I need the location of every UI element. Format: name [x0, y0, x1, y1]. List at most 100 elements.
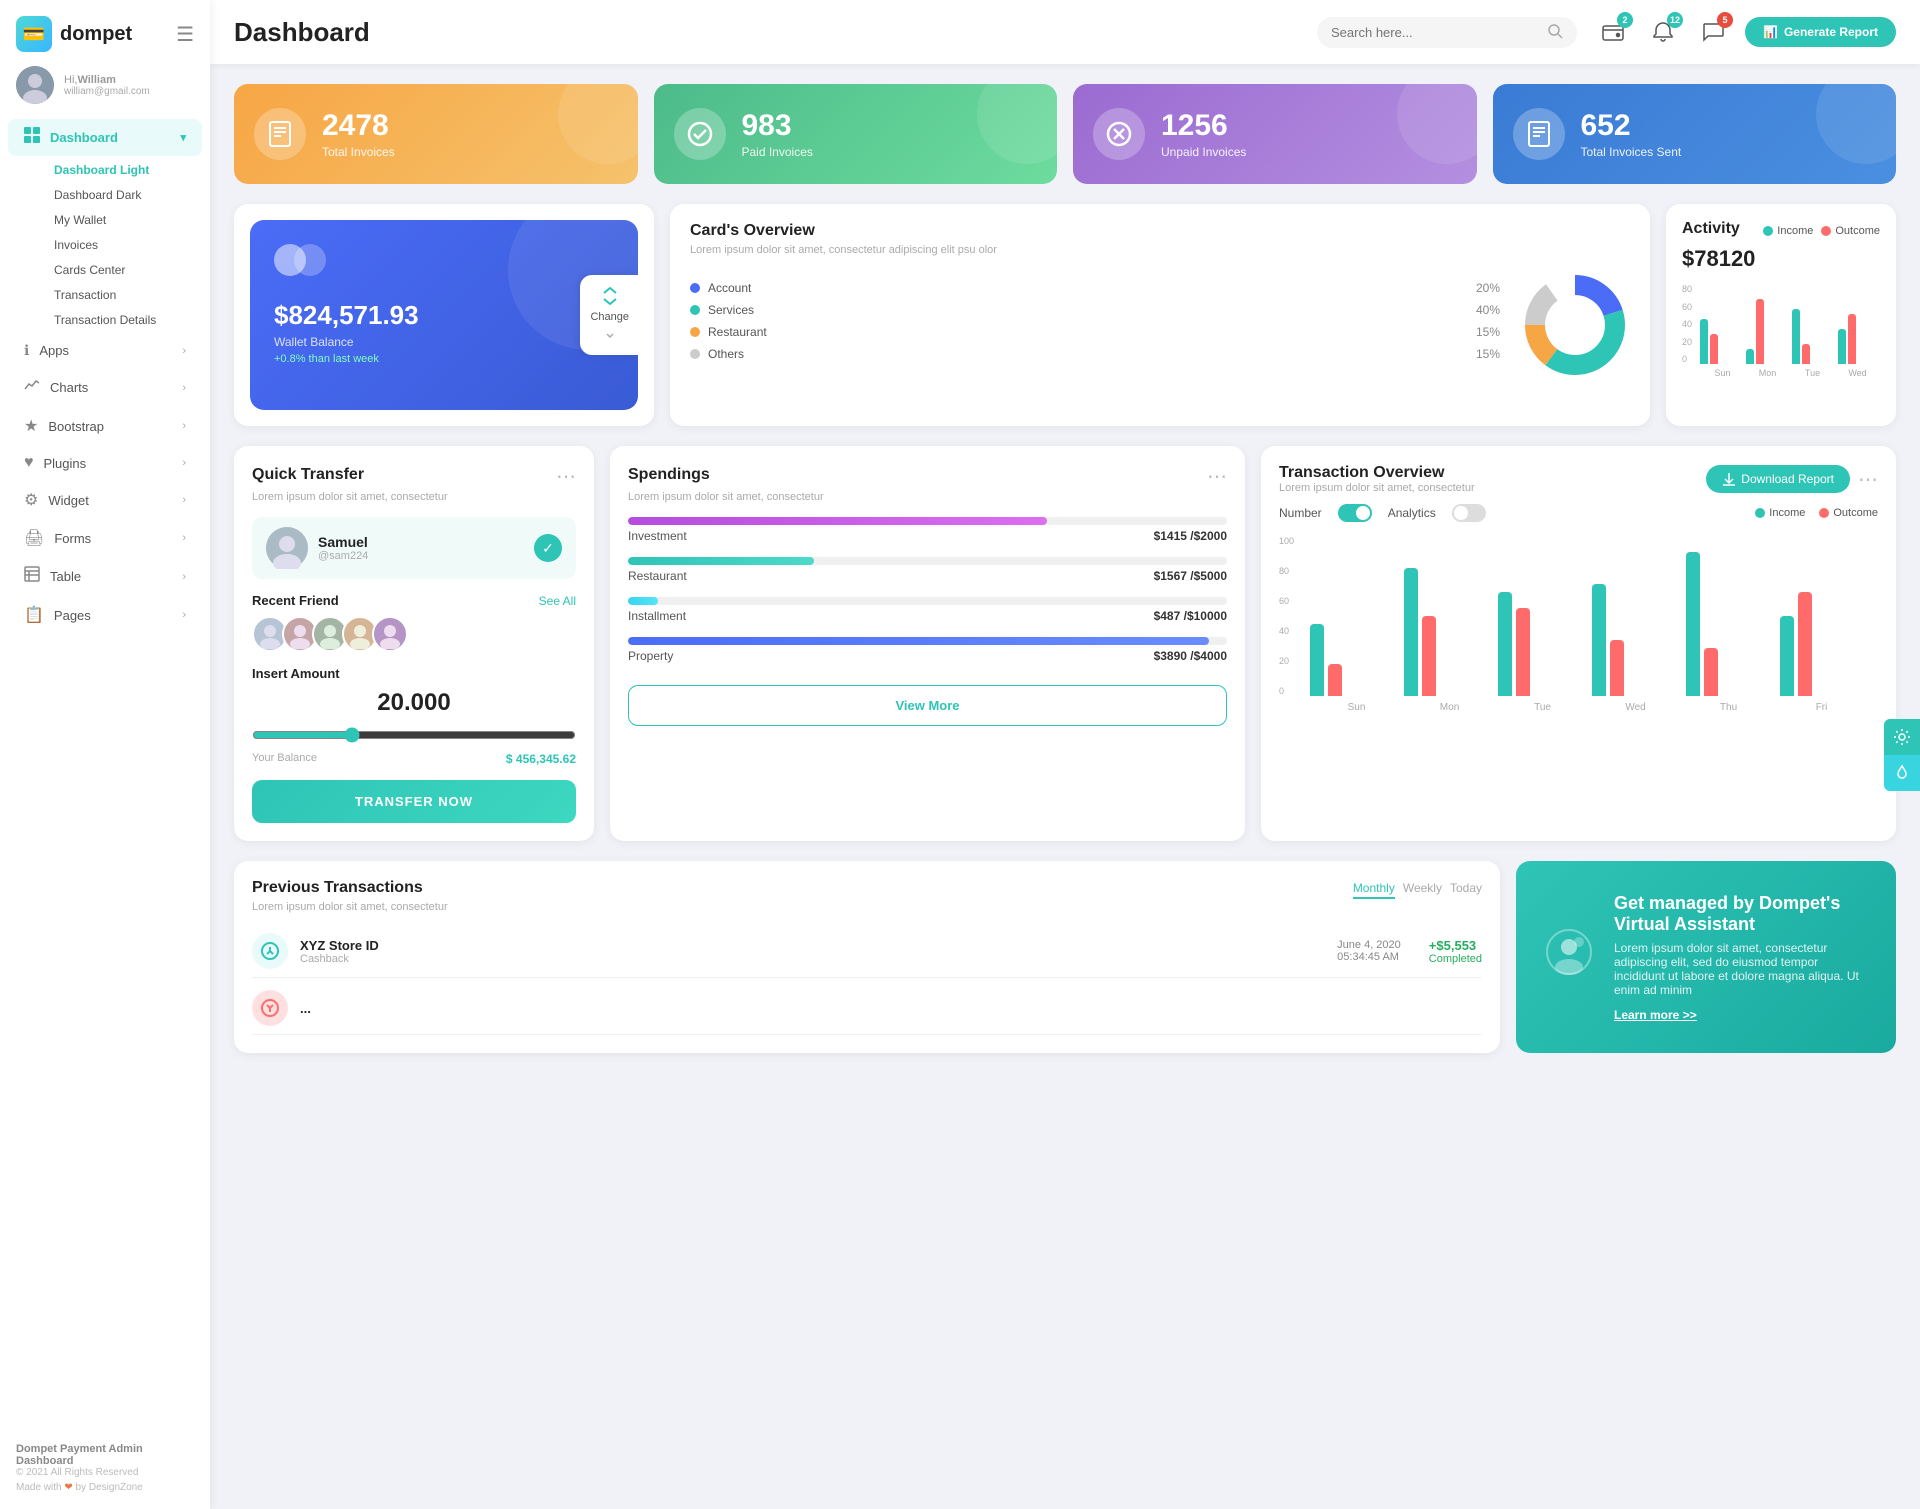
sidebar: 💳 dompet ☰ Hi,William william@gmail.com … [0, 0, 210, 1509]
bell-icon-btn[interactable]: 12 [1645, 14, 1681, 50]
txn-bar-sun [1310, 624, 1398, 696]
stat-cards-row: 2478 Total Invoices 983 Paid Invoices [234, 84, 1896, 184]
sub-my-wallet[interactable]: My Wallet [38, 208, 202, 232]
username: William [77, 74, 115, 86]
sidebar-item-pages[interactable]: 📋 Pages › [8, 597, 202, 633]
change-label: Change [590, 311, 629, 323]
sidebar-item-table[interactable]: Table › [8, 558, 202, 595]
see-all-button[interactable]: See All [539, 594, 576, 608]
wallet-icon-btn[interactable]: 2 [1595, 14, 1631, 50]
sidebar-apps-label: Apps [39, 343, 69, 358]
arrow-right-icon: › [182, 420, 186, 432]
hamburger-btn[interactable]: ☰ [176, 22, 194, 47]
page-title: Dashboard [234, 17, 370, 48]
outcome-dot [1821, 226, 1831, 236]
card-overview-subtitle: Lorem ipsum dolor sit amet, consectetur … [690, 244, 1630, 256]
transfer-now-button[interactable]: TRANSFER NOW [252, 780, 576, 823]
spendings-subtitle: Lorem ipsum dolor sit amet, consectetur [628, 491, 1227, 503]
spendings-title: Spendings [628, 466, 710, 484]
sent-invoices-label: Total Invoices Sent [1581, 145, 1682, 159]
sub-transaction-details[interactable]: Transaction Details [38, 308, 202, 332]
sub-invoices[interactable]: Invoices [38, 233, 202, 257]
plugins-icon: ♥ [24, 454, 34, 472]
txn-day-labels: Sun Mon Tue Wed Thu Fri [1300, 702, 1878, 713]
txn-type: Cashback [300, 953, 379, 965]
footer-year: © 2021 All Rights Reserved [16, 1467, 194, 1478]
quick-transfer-menu[interactable]: ⋯ [556, 464, 576, 489]
user-profile: Hi,William william@gmail.com [0, 56, 210, 118]
sub-dashboard-light[interactable]: Dashboard Light [38, 158, 202, 182]
prev-txn-header: Previous Transactions Lorem ipsum dolor … [252, 879, 1482, 913]
generate-report-button[interactable]: 📊 Generate Report [1745, 17, 1896, 47]
stat-card-unpaid-invoices: 1256 Unpaid Invoices [1073, 84, 1477, 184]
txn-mon-income [1404, 568, 1418, 696]
insert-amount-label: Insert Amount [252, 666, 576, 681]
stat-card-sent-invoices: 652 Total Invoices Sent [1493, 84, 1897, 184]
sidebar-item-widget[interactable]: ⚙ Widget › [8, 482, 202, 518]
view-more-button[interactable]: View More [628, 685, 1227, 726]
txn-fri-income [1780, 616, 1794, 696]
prev-txn-subtitle: Lorem ipsum dolor sit amet, consectetur [252, 901, 448, 913]
number-toggle[interactable] [1338, 504, 1372, 522]
recent-friends-label: Recent Friend [252, 593, 339, 608]
sidebar-item-dashboard[interactable]: Dashboard ▾ [8, 119, 202, 156]
dashboard-icon [24, 127, 40, 148]
sidebar-item-bootstrap[interactable]: ★ Bootstrap › [8, 408, 202, 444]
mon-outcome-bar [1756, 299, 1764, 364]
logo-icon: 💳 [16, 16, 52, 52]
friend-avatar-5[interactable] [372, 616, 408, 652]
spendings-menu[interactable]: ⋯ [1207, 464, 1227, 489]
account-dot [690, 283, 700, 293]
sidebar-item-charts[interactable]: Charts › [8, 369, 202, 406]
chat-icon-btn[interactable]: 5 [1695, 14, 1731, 50]
user-email: william@gmail.com [64, 86, 150, 97]
overview-others-row: Others 15% [690, 347, 1500, 361]
total-invoices-icon [254, 108, 306, 160]
sub-transaction[interactable]: Transaction [38, 283, 202, 307]
txn-bar-wed [1592, 584, 1680, 696]
txn-cashback-icon [252, 933, 288, 969]
paid-invoices-num: 983 [742, 109, 813, 143]
activity-title: Activity [1682, 220, 1740, 238]
filter-monthly[interactable]: Monthly [1353, 879, 1395, 899]
recent-friends-row: Recent Friend See All [252, 593, 576, 608]
others-dot [690, 349, 700, 359]
greeting: Hi,William [64, 74, 150, 86]
arrow-right-icon: › [182, 571, 186, 583]
spending-installment: Installment $487 /$10000 [628, 597, 1227, 623]
theme-panel-button[interactable] [1884, 755, 1920, 791]
va-icon [1544, 927, 1594, 987]
bottom-section: Quick Transfer ⋯ Lorem ipsum dolor sit a… [234, 446, 1896, 841]
tue-income-bar [1792, 309, 1800, 364]
filter-tabs: Monthly Weekly Today [1353, 879, 1482, 899]
sidebar-item-plugins[interactable]: ♥ Plugins › [8, 446, 202, 480]
search-input[interactable] [1331, 25, 1539, 40]
arrow-right-icon: › [182, 532, 186, 544]
bar-group-wed [1838, 314, 1880, 364]
transaction-overview-card: Transaction Overview Lorem ipsum dolor s… [1261, 446, 1896, 841]
wallet-change-button[interactable]: Change [580, 275, 638, 355]
featured-user-handle: @sam224 [318, 550, 368, 562]
analytics-toggle[interactable] [1452, 504, 1486, 522]
txn-date: June 4, 2020 05:34:45 AM [1337, 939, 1401, 963]
dashboard-submenu: Dashboard Light Dashboard Dark My Wallet… [0, 157, 210, 333]
va-learn-more-link[interactable]: Learn more >> [1614, 1008, 1697, 1022]
sidebar-forms-label: Forms [54, 531, 91, 546]
filter-today[interactable]: Today [1450, 879, 1482, 899]
main-content: Dashboard 2 12 5 📊 Generate Report [210, 0, 1920, 1509]
sub-dashboard-dark[interactable]: Dashboard Dark [38, 183, 202, 207]
amount-slider[interactable] [252, 727, 576, 743]
txn-fri-outcome [1798, 592, 1812, 696]
txn-overview-menu[interactable]: ⋯ [1858, 467, 1878, 492]
filter-weekly[interactable]: Weekly [1403, 879, 1442, 899]
sidebar-item-apps[interactable]: ℹ Apps › [8, 334, 202, 367]
sub-cards-center[interactable]: Cards Center [38, 258, 202, 282]
txn-overview-title: Transaction Overview [1279, 464, 1475, 482]
sidebar-item-forms[interactable]: 🖨 Forms › [8, 520, 202, 556]
download-report-button[interactable]: Download Report [1706, 465, 1850, 493]
sidebar-table-label: Table [50, 569, 81, 584]
select-user-check[interactable]: ✓ [534, 534, 562, 562]
settings-panel-button[interactable] [1884, 719, 1920, 755]
activity-amount: $78120 [1682, 246, 1880, 272]
chat-badge: 5 [1717, 12, 1733, 28]
